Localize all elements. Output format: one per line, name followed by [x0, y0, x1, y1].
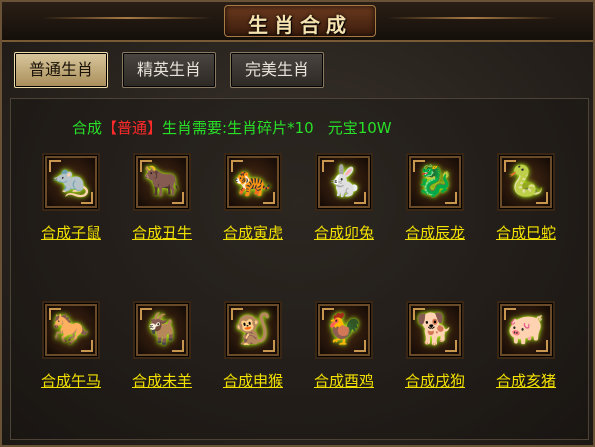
goat-icon: 🐐	[143, 312, 181, 347]
requirement-prefix: 合成	[72, 119, 103, 137]
window-title: 生肖合成	[248, 13, 352, 37]
rat-icon: 🐀	[52, 164, 90, 199]
zodiac-cell: 🐖 合成亥猪	[491, 304, 561, 391]
synthesize-link[interactable]: 合成未羊	[127, 370, 197, 391]
zodiac-slot[interactable]: 🐖	[500, 304, 552, 356]
synthesize-link[interactable]: 合成亥猪	[491, 370, 561, 391]
zodiac-cell: 🐎 合成午马	[36, 304, 106, 391]
synthesize-link[interactable]: 合成寅虎	[218, 222, 288, 243]
zodiac-slot[interactable]: 🐓	[318, 304, 370, 356]
tab-normal-zodiac[interactable]: 普通生肖	[14, 52, 108, 88]
zodiac-slot[interactable]: 🐕	[409, 304, 461, 356]
tiger-icon: 🐅	[234, 164, 272, 199]
synthesize-link[interactable]: 合成酉鸡	[309, 370, 379, 391]
tab-elite-zodiac[interactable]: 精英生肖	[122, 52, 216, 88]
zodiac-cell: 🐀 合成子鼠	[36, 156, 106, 243]
zodiac-slot[interactable]: 🐐	[136, 304, 188, 356]
zodiac-slot[interactable]: 🐅	[227, 156, 279, 208]
title-bar: 生肖合成	[2, 2, 593, 42]
zodiac-synthesis-window: 生肖合成 普通生肖 精英生肖 完美生肖 合成【普通】生肖需要:生肖碎片*10 元宝…	[0, 0, 595, 447]
zodiac-slot[interactable]: 🐍	[500, 156, 552, 208]
requirement-text: 生肖需要:生肖碎片*10	[162, 119, 314, 137]
monkey-icon: 🐒	[234, 312, 272, 347]
zodiac-slot[interactable]: 🐒	[227, 304, 279, 356]
zodiac-slot[interactable]: 🐎	[45, 304, 97, 356]
dragon-icon: 🐉	[416, 164, 454, 199]
zodiac-cell: 🐕 合成戌狗	[400, 304, 470, 391]
zodiac-cell: 🐅 合成寅虎	[218, 156, 288, 243]
tab-perfect-zodiac[interactable]: 完美生肖	[230, 52, 324, 88]
requirement-line: 合成【普通】生肖需要:生肖碎片*10 元宝10W	[72, 117, 392, 138]
zodiac-cell: 🐓 合成酉鸡	[309, 304, 379, 391]
zodiac-cell: 🐂 合成丑牛	[127, 156, 197, 243]
snake-icon: 🐍	[507, 164, 545, 199]
rabbit-icon: 🐇	[325, 164, 363, 199]
zodiac-slot[interactable]: 🐇	[318, 156, 370, 208]
synthesize-link[interactable]: 合成午马	[36, 370, 106, 391]
zodiac-slot[interactable]: 🐂	[136, 156, 188, 208]
dog-icon: 🐕	[416, 312, 454, 347]
title-ornament-right	[387, 17, 557, 19]
synthesize-link[interactable]: 合成丑牛	[127, 222, 197, 243]
rooster-icon: 🐓	[325, 312, 363, 347]
synthesize-link[interactable]: 合成申猴	[218, 370, 288, 391]
zodiac-slot[interactable]: 🐀	[45, 156, 97, 208]
zodiac-cell: 🐇 合成卯兔	[309, 156, 379, 243]
synthesize-link[interactable]: 合成戌狗	[400, 370, 470, 391]
title-ornament-left	[42, 17, 212, 19]
ox-icon: 🐂	[143, 164, 181, 199]
synthesize-link[interactable]: 合成卯兔	[309, 222, 379, 243]
horse-icon: 🐎	[52, 312, 90, 347]
zodiac-cell: 🐍 合成巳蛇	[491, 156, 561, 243]
requirement-grade: 【普通】	[102, 119, 163, 137]
title-plate: 生肖合成	[224, 5, 376, 37]
zodiac-slot[interactable]: 🐉	[409, 156, 461, 208]
synthesize-link[interactable]: 合成子鼠	[36, 222, 106, 243]
requirement-cost: 元宝10W	[327, 119, 392, 137]
zodiac-cell: 🐉 合成辰龙	[400, 156, 470, 243]
pig-icon: 🐖	[507, 312, 545, 347]
zodiac-cell: 🐐 合成未羊	[127, 304, 197, 391]
synthesize-link[interactable]: 合成巳蛇	[491, 222, 561, 243]
zodiac-cell: 🐒 合成申猴	[218, 304, 288, 391]
synthesize-link[interactable]: 合成辰龙	[400, 222, 470, 243]
